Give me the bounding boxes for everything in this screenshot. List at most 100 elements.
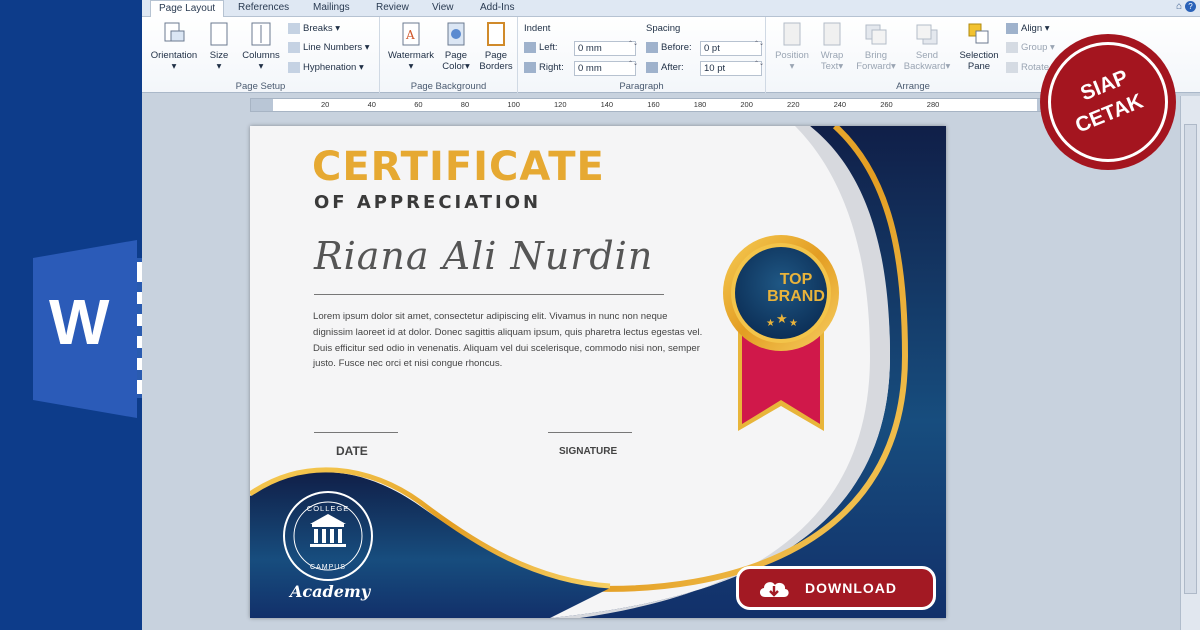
align-button[interactable]: Align ▾ — [1006, 22, 1050, 36]
group-title-page-background: Page Background — [410, 81, 487, 92]
badge-text-brand: BRAND — [767, 288, 825, 305]
tab-review[interactable]: Review — [368, 0, 417, 17]
ruler-tick-label: 220 — [787, 100, 800, 109]
page-borders-button[interactable]: Page Borders — [476, 21, 516, 72]
hyphenation-icon — [288, 61, 300, 73]
spacing-after-icon — [646, 61, 658, 73]
page-color-icon — [447, 22, 465, 46]
group-page-background: A Watermark ▾ Page Color▾ Page Borders Page… — [380, 17, 518, 93]
spacing-before-icon — [646, 41, 658, 53]
signature-label: SIGNATURE — [559, 446, 618, 457]
ruler-tick-label: 120 — [554, 100, 567, 109]
download-button[interactable]: DOWNLOAD — [736, 566, 936, 610]
ruler-tick-label: 180 — [693, 100, 707, 109]
align-icon — [1006, 22, 1018, 34]
wrap-text-icon — [823, 22, 841, 46]
ribbon-tabs: Page Layout References Mailings Review V… — [142, 0, 1200, 18]
download-label: DOWNLOAD — [805, 580, 897, 596]
group-title-page-setup: Page Setup — [235, 81, 286, 92]
ribbon: Orientation ▾ Size ▾ Columns ▾ Breaks ▾ Lin… — [142, 17, 1200, 93]
document-page: ★ ★ ★ CERTIFICATE OF APPRECIATION Riana … — [250, 126, 946, 618]
ribbon-minimize-icon[interactable]: ⌂ — [1176, 1, 1182, 12]
ruler-tick-label: 240 — [833, 100, 847, 109]
breaks-button[interactable]: Breaks ▾ — [288, 22, 340, 36]
page-color-button[interactable]: Page Color▾ — [438, 21, 474, 72]
selection-pane-icon — [968, 23, 989, 44]
bring-forward-icon — [865, 24, 887, 45]
spacing-after-input[interactable]: 10 pt — [700, 61, 762, 76]
name-underline — [314, 294, 664, 295]
svg-text:★: ★ — [766, 318, 775, 329]
tab-page-layout[interactable]: Page Layout — [150, 0, 225, 18]
page-borders-icon — [487, 22, 505, 46]
spacing-after-label: After: — [646, 61, 684, 75]
group-button[interactable]: Group ▾ — [1006, 41, 1055, 55]
ruler-tick-label: 60 — [414, 100, 423, 109]
indent-right-icon — [524, 61, 536, 73]
date-line — [314, 432, 398, 433]
tab-view[interactable]: View — [424, 0, 462, 17]
help-icon[interactable]: ? — [1185, 1, 1196, 12]
svg-text:A: A — [405, 28, 415, 42]
line-numbers-button[interactable]: Line Numbers ▾ — [288, 41, 370, 55]
position-icon — [783, 22, 801, 46]
indent-left-icon — [524, 41, 536, 53]
group-icon — [1006, 41, 1018, 53]
academy-text: Academy — [290, 582, 371, 601]
date-label: DATE — [336, 444, 368, 458]
horizontal-ruler[interactable]: 20 40 60 80 100 120 140 160 180 200 220 240 260 280 — [250, 98, 1056, 112]
group-page-setup: Orientation ▾ Size ▾ Columns ▾ Breaks ▾ Lin… — [142, 17, 380, 93]
spacing-before-input[interactable]: 0 pt — [700, 41, 762, 56]
top-brand-medal-icon: ★ ★ ★ — [723, 235, 839, 431]
selection-pane-button[interactable]: Selection Pane — [954, 21, 1004, 72]
ruler-tick-label: 140 — [600, 100, 614, 109]
tab-references[interactable]: References — [230, 0, 297, 17]
group-title-paragraph: Paragraph — [619, 81, 664, 92]
indent-right-input[interactable]: 0 mm — [574, 61, 636, 76]
ruler-tick-label: 200 — [740, 100, 753, 109]
group-paragraph: Indent Left: 0 mm Right: 0 mm Spacing Be… — [518, 17, 766, 93]
group-arrange: Position ▾ Wrap Text▾ Bring Forward▾ Send Ba… — [766, 17, 1060, 93]
ruler-tick-label: 100 — [507, 100, 520, 109]
vertical-scrollbar[interactable] — [1180, 96, 1200, 630]
wrap-text-button[interactable]: Wrap Text▾ — [814, 21, 850, 72]
orientation-button[interactable]: Orientation ▾ — [146, 21, 202, 72]
tab-mailings[interactable]: Mailings — [305, 0, 358, 17]
tab-add-ins[interactable]: Add-Ins — [472, 0, 522, 17]
siap-cetak-stamp: SIAP CETAK — [1040, 34, 1176, 170]
size-button[interactable]: Size ▾ — [202, 21, 236, 72]
watermark-icon: A — [402, 22, 420, 46]
indent-label: Indent — [524, 23, 551, 34]
ruler-tick-label: 160 — [647, 100, 660, 109]
ruler-tick-label: 80 — [460, 100, 470, 109]
group-title-arrange: Arrange — [896, 81, 930, 92]
signature-line — [548, 432, 632, 433]
svg-text:★: ★ — [789, 318, 798, 329]
indent-left-input[interactable]: 0 mm — [574, 41, 636, 56]
rotate-icon — [1006, 61, 1018, 73]
send-backward-button[interactable]: Send Backward▾ — [900, 21, 954, 72]
watermark-button[interactable]: A Watermark ▾ — [384, 21, 438, 72]
size-icon — [210, 22, 228, 46]
columns-button[interactable]: Columns ▾ — [238, 21, 284, 72]
cloud-download-icon — [759, 582, 789, 597]
ruler-tick-label: 260 — [880, 100, 893, 109]
breaks-icon — [288, 22, 300, 34]
certificate-subtitle: OF APPRECIATION — [314, 192, 542, 213]
orientation-icon — [164, 22, 185, 42]
svg-text:★: ★ — [776, 312, 788, 327]
ruler-tick-label: 20 — [321, 100, 330, 109]
bring-forward-button[interactable]: Bring Forward▾ — [852, 21, 900, 72]
campus-text: CAMPUS — [310, 564, 346, 571]
certificate-body-text: Lorem ipsum dolor sit amet, consectetur … — [313, 311, 703, 370]
badge-text-top: TOP — [779, 271, 813, 288]
send-backward-icon — [916, 24, 938, 45]
recipient-name: Riana Ali Nurdin — [314, 234, 654, 278]
scrollbar-thumb[interactable] — [1184, 124, 1197, 594]
ruler-left-margin — [251, 99, 273, 111]
svg-text:W: W — [49, 286, 110, 358]
ruler-tick-label: 280 — [926, 100, 940, 109]
hyphenation-button[interactable]: Hyphenation ▾ — [288, 61, 364, 75]
position-button[interactable]: Position ▾ — [770, 21, 814, 72]
indent-right-label: Right: — [524, 61, 564, 75]
